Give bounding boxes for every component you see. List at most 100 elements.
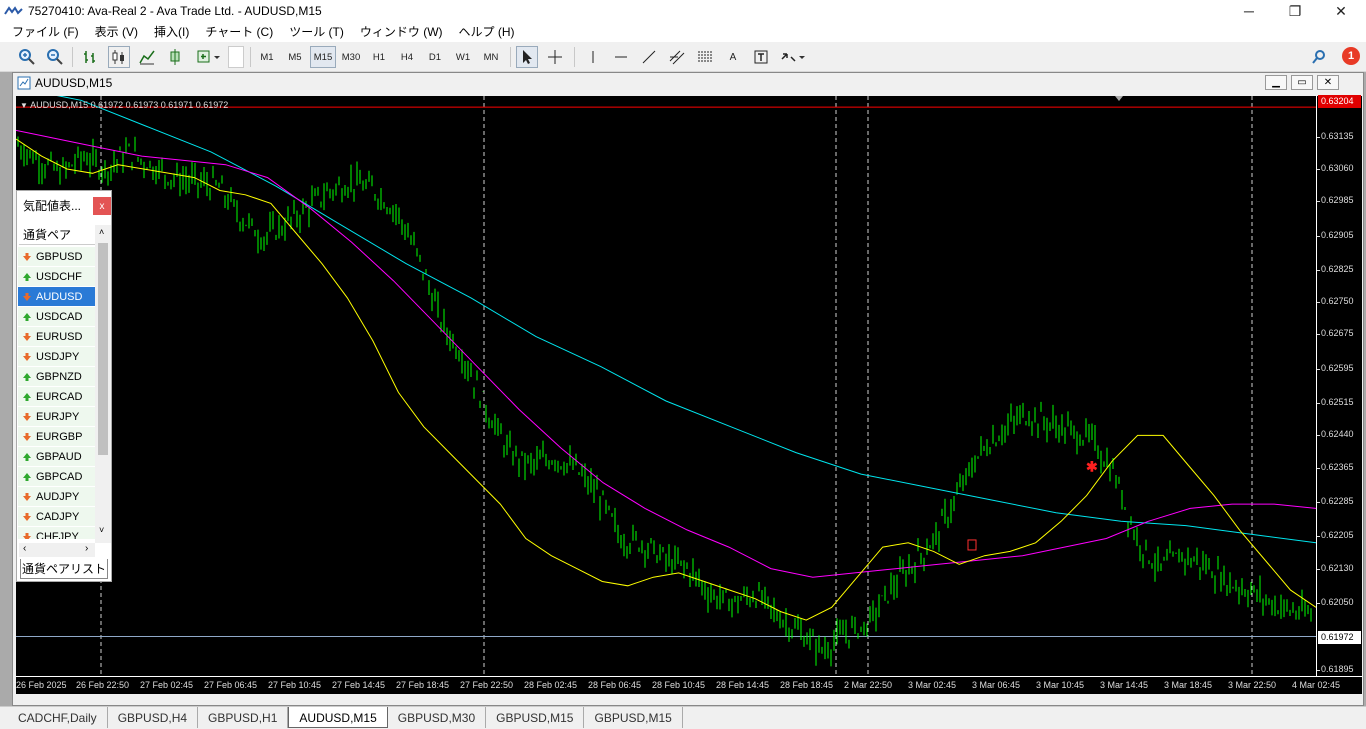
chart-tab[interactable]: GBPUSD,M15: [486, 707, 585, 728]
price-down-arrow-icon: [23, 292, 31, 301]
price-tick-label: 0.62675: [1321, 328, 1354, 339]
chart-tab[interactable]: GBPUSD,M15: [584, 707, 683, 728]
menu-help[interactable]: ヘルプ (H): [451, 22, 523, 42]
notification-badge[interactable]: 1: [1342, 47, 1360, 65]
timeframe-m30[interactable]: M30: [338, 46, 364, 68]
high-price-flag: 0.63204: [1318, 95, 1361, 108]
time-tick-label: 28 Feb 02:45: [524, 680, 578, 690]
window-title: 75270410: Ava-Real 2 - Ava Trade Ltd. - …: [28, 4, 322, 18]
crosshair-icon[interactable]: [544, 46, 566, 68]
timeframe-m5[interactable]: M5: [282, 46, 308, 68]
symbol-row[interactable]: AUDUSD: [18, 287, 95, 307]
menu-insert[interactable]: 挿入(I): [146, 22, 197, 42]
symbol-row[interactable]: CADJPY: [18, 507, 95, 527]
timeframe-m15[interactable]: M15: [310, 46, 336, 68]
chart-window-header[interactable]: AUDUSD,M15 ▁ ▭ ✕: [13, 73, 1363, 93]
scroll-right-icon[interactable]: ›: [85, 543, 88, 554]
price-tick-mark: [1317, 467, 1320, 469]
time-tick-label: 3 Mar 22:50: [1228, 680, 1277, 690]
price-tick-mark: [1317, 334, 1320, 336]
candlestick-icon[interactable]: [108, 46, 130, 68]
symbol-row[interactable]: GBPUSD: [18, 247, 95, 267]
chart-tab[interactable]: GBPUSD,H1: [198, 707, 289, 728]
symbol-row[interactable]: GBPCAD: [18, 467, 95, 487]
symbol-name: EURGBP: [36, 430, 83, 443]
price-up-arrow-icon: [23, 312, 31, 321]
menu-chart[interactable]: チャート (C): [197, 22, 281, 42]
symbol-row[interactable]: EURCAD: [18, 387, 95, 407]
zoom-in-icon[interactable]: [16, 46, 38, 68]
line-chart-icon[interactable]: [136, 46, 158, 68]
fibonacci-icon[interactable]: [694, 46, 716, 68]
timeframe-d1[interactable]: D1: [422, 46, 448, 68]
price-up-arrow-icon: [23, 452, 31, 461]
price-tick-label: 0.62515: [1321, 397, 1354, 408]
chart-close-button[interactable]: ✕: [1317, 75, 1339, 90]
horizontal-line-icon[interactable]: [610, 46, 632, 68]
text-tool-icon[interactable]: A: [722, 46, 744, 68]
price-tick-label: 0.62440: [1321, 429, 1354, 440]
symbol-name: EURJPY: [36, 410, 80, 423]
symbol-row[interactable]: USDCHF: [18, 267, 95, 287]
title-bar: 75270410: Ava-Real 2 - Ava Trade Ltd. - …: [0, 0, 1366, 22]
symbol-row[interactable]: USDJPY: [18, 347, 95, 367]
trendline-icon[interactable]: [638, 46, 660, 68]
timeframe-h4[interactable]: H4: [394, 46, 420, 68]
symbol-name: EURUSD: [36, 330, 83, 343]
symbol-row[interactable]: EURUSD: [18, 327, 95, 347]
symbol-row[interactable]: AUDJPY: [18, 487, 95, 507]
timeframe-m1[interactable]: M1: [254, 46, 280, 68]
chart-tab[interactable]: GBPUSD,M30: [388, 707, 487, 728]
price-tick-label: 0.63135: [1321, 130, 1354, 141]
timeframe-w1[interactable]: W1: [450, 46, 476, 68]
symbol-name: USDCAD: [36, 310, 83, 323]
cursor-icon[interactable]: [516, 46, 538, 68]
chart-tab[interactable]: AUDUSD,M15: [288, 707, 388, 728]
text-label-icon[interactable]: [750, 46, 772, 68]
price-chart[interactable]: ✱: [16, 96, 1316, 676]
menu-window[interactable]: ウィンドウ (W): [352, 22, 451, 42]
symbol-row[interactable]: USDCAD: [18, 307, 95, 327]
menu-file[interactable]: ファイル (F): [4, 22, 87, 42]
menu-bar: ファイル (F) 表示 (V) 挿入(I) チャート (C) ツール (T) ウ…: [0, 22, 1366, 42]
auto-scroll-icon[interactable]: [164, 46, 186, 68]
timeframe-h1[interactable]: H1: [366, 46, 392, 68]
vertical-line-icon[interactable]: [582, 46, 604, 68]
blank-button[interactable]: [228, 46, 244, 68]
symbol-row[interactable]: GBPNZD: [18, 367, 95, 387]
scrollbar-thumb[interactable]: [98, 243, 108, 455]
scroll-left-icon[interactable]: ‹: [23, 543, 26, 554]
symbols-tab[interactable]: 通貨ペアリスト: [20, 559, 108, 579]
symbol-row[interactable]: EURGBP: [18, 427, 95, 447]
chart-maximize-button[interactable]: ▭: [1291, 75, 1313, 90]
menu-view[interactable]: 表示 (V): [87, 22, 146, 42]
symbol-name: GBPUSD: [36, 250, 83, 263]
scroll-up-icon[interactable]: ˄: [99, 227, 104, 237]
arrows-dropdown-icon[interactable]: [778, 46, 808, 68]
bar-chart-icon[interactable]: [80, 46, 102, 68]
scroll-down-icon[interactable]: ˅: [99, 525, 104, 535]
menu-tools[interactable]: ツール (T): [281, 22, 352, 42]
metatrader-logo-icon: [4, 6, 23, 15]
market-watch-close-button[interactable]: x: [93, 197, 111, 215]
add-indicator-icon[interactable]: [194, 46, 224, 68]
symbol-name: USDJPY: [36, 350, 80, 363]
chart-tab[interactable]: CADCHF,Daily: [8, 707, 108, 728]
symbol-row[interactable]: GBPAUD: [18, 447, 95, 467]
restore-button[interactable]: ❐: [1272, 0, 1318, 22]
equidistant-channel-icon[interactable]: [666, 46, 688, 68]
close-button[interactable]: ✕: [1318, 0, 1364, 22]
time-tick-label: 26 Feb 22:50: [76, 680, 130, 690]
timeframe-mn[interactable]: MN: [478, 46, 504, 68]
symbol-column-header[interactable]: 通貨ペア: [19, 225, 95, 245]
chart-minimize-button[interactable]: ▁: [1265, 75, 1287, 90]
chart-tab[interactable]: GBPUSD,H4: [108, 707, 199, 728]
market-watch-vertical-scrollbar[interactable]: ˄ ˅: [95, 225, 111, 543]
search-icon[interactable]: [1308, 46, 1330, 68]
zoom-out-icon[interactable]: [44, 46, 66, 68]
symbol-list: GBPUSD USDCHF AUDUSD USDCAD EURUSD USDJPY GBPN…: [18, 247, 95, 539]
symbol-row[interactable]: CHFJPY: [18, 527, 95, 539]
symbol-row[interactable]: EURJPY: [18, 407, 95, 427]
market-watch-horizontal-scrollbar[interactable]: ‹ ›: [19, 543, 95, 557]
minimize-button[interactable]: ─: [1226, 0, 1272, 22]
